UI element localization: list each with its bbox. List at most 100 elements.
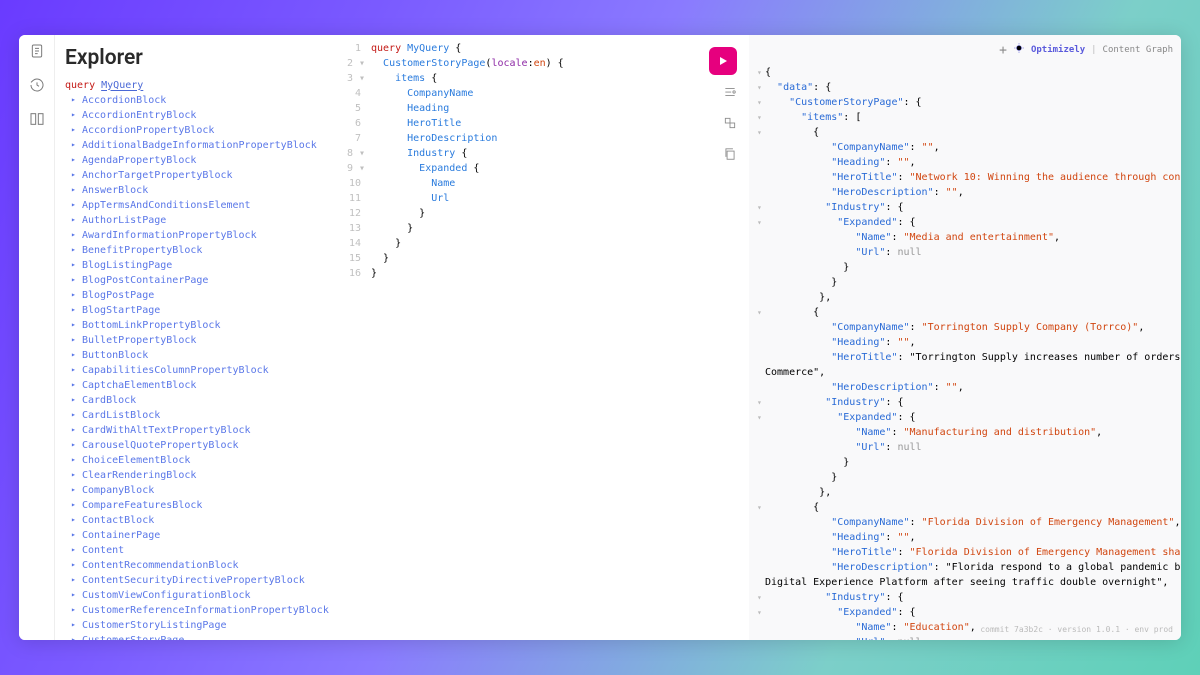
type-ClearRenderingBlock[interactable]: ClearRenderingBlock <box>71 468 333 483</box>
type-CompanyBlock[interactable]: CompanyBlock <box>71 483 333 498</box>
code-line-4[interactable]: 4 CompanyName <box>347 86 745 101</box>
json-line-23[interactable]: ▾ "Expanded": { <box>757 410 1173 425</box>
type-BottomLinkPropertyBlock[interactable]: BottomLinkPropertyBlock <box>71 318 333 333</box>
json-body[interactable]: ▾{▾ "data": {▾ "CustomerStoryPage": {▾ "… <box>757 65 1173 641</box>
run-button[interactable] <box>709 47 737 75</box>
prettify-icon[interactable] <box>723 85 737 104</box>
code-line-2[interactable]: 2 ▾ CustomerStoryPage(locale:en) { <box>347 56 745 71</box>
type-AnchorTargetPropertyBlock[interactable]: AnchorTargetPropertyBlock <box>71 168 333 183</box>
type-AwardInformationPropertyBlock[interactable]: AwardInformationPropertyBlock <box>71 228 333 243</box>
type-CarouselQuotePropertyBlock[interactable]: CarouselQuotePropertyBlock <box>71 438 333 453</box>
code-line-6[interactable]: 6 HeroTitle <box>347 116 745 131</box>
json-line-19[interactable]: "HeroTitle": "Torrington Supply increase… <box>757 350 1173 365</box>
type-CustomViewConfigurationBlock[interactable]: CustomViewConfigurationBlock <box>71 588 333 603</box>
json-line-36[interactable]: ▾ "Expanded": { <box>757 605 1173 620</box>
json-line-22[interactable]: ▾ "Industry": { <box>757 395 1173 410</box>
json-line-7[interactable]: "HeroTitle": "Network 10: Winning the au… <box>757 170 1173 185</box>
query-editor[interactable]: 1query MyQuery {2 ▾ CustomerStoryPage(lo… <box>343 35 749 640</box>
code-line-15[interactable]: 15 } <box>347 251 745 266</box>
json-line-6[interactable]: "Heading": "", <box>757 155 1173 170</box>
json-line-34[interactable]: Digital Experience Platform after seeing… <box>757 575 1173 590</box>
type-CaptchaElementBlock[interactable]: CaptchaElementBlock <box>71 378 333 393</box>
type-CapabilitiesColumnPropertyBlock[interactable]: CapabilitiesColumnPropertyBlock <box>71 363 333 378</box>
json-line-20[interactable]: Commerce", <box>757 365 1173 380</box>
type-AppTermsAndConditionsElement[interactable]: AppTermsAndConditionsElement <box>71 198 333 213</box>
type-AdditionalBadgeInformationPropertyBlock[interactable]: AdditionalBadgeInformationPropertyBlock <box>71 138 333 153</box>
json-line-11[interactable]: "Name": "Media and entertainment", <box>757 230 1173 245</box>
code-line-16[interactable]: 16} <box>347 266 745 281</box>
type-Content[interactable]: Content <box>71 543 333 558</box>
type-ContainerPage[interactable]: ContainerPage <box>71 528 333 543</box>
json-line-3[interactable]: ▾ "items": [ <box>757 110 1173 125</box>
json-line-4[interactable]: ▾ { <box>757 125 1173 140</box>
type-AccordionBlock[interactable]: AccordionBlock <box>71 93 333 108</box>
type-CustomerReferenceInformationPropertyBlock[interactable]: CustomerReferenceInformationPropertyBloc… <box>71 603 333 618</box>
json-line-1[interactable]: ▾ "data": { <box>757 80 1173 95</box>
code-lines[interactable]: 1query MyQuery {2 ▾ CustomerStoryPage(lo… <box>347 41 745 281</box>
code-line-7[interactable]: 7 HeroDescription <box>347 131 745 146</box>
code-line-5[interactable]: 5 Heading <box>347 101 745 116</box>
type-BlogPostContainerPage[interactable]: BlogPostContainerPage <box>71 273 333 288</box>
code-line-3[interactable]: 3 ▾ items { <box>347 71 745 86</box>
type-AccordionEntryBlock[interactable]: AccordionEntryBlock <box>71 108 333 123</box>
layout-icon[interactable] <box>29 111 45 131</box>
code-line-9[interactable]: 9 ▾ Expanded { <box>347 161 745 176</box>
json-line-10[interactable]: ▾ "Expanded": { <box>757 215 1173 230</box>
json-line-25[interactable]: "Url": null <box>757 440 1173 455</box>
json-line-8[interactable]: "HeroDescription": "", <box>757 185 1173 200</box>
code-line-8[interactable]: 8 ▾ Industry { <box>347 146 745 161</box>
type-BlogListingPage[interactable]: BlogListingPage <box>71 258 333 273</box>
history-icon[interactable] <box>29 77 45 97</box>
json-line-24[interactable]: "Name": "Manufacturing and distribution"… <box>757 425 1173 440</box>
json-line-26[interactable]: } <box>757 455 1173 470</box>
type-ContactBlock[interactable]: ContactBlock <box>71 513 333 528</box>
type-ContentRecommendationBlock[interactable]: ContentRecommendationBlock <box>71 558 333 573</box>
document-icon[interactable] <box>29 43 45 63</box>
json-line-5[interactable]: "CompanyName": "", <box>757 140 1173 155</box>
code-line-14[interactable]: 14 } <box>347 236 745 251</box>
merge-icon[interactable] <box>723 116 737 135</box>
type-CustomerStoryPage[interactable]: CustomerStoryPage <box>71 633 333 641</box>
json-line-18[interactable]: "Heading": "", <box>757 335 1173 350</box>
type-BlogPostPage[interactable]: BlogPostPage <box>71 288 333 303</box>
type-CardBlock[interactable]: CardBlock <box>71 393 333 408</box>
type-ChoiceElementBlock[interactable]: ChoiceElementBlock <box>71 453 333 468</box>
json-line-0[interactable]: ▾{ <box>757 65 1173 80</box>
code-line-12[interactable]: 12 } <box>347 206 745 221</box>
type-CardWithAltTextPropertyBlock[interactable]: CardWithAltTextPropertyBlock <box>71 423 333 438</box>
type-BenefitPropertyBlock[interactable]: BenefitPropertyBlock <box>71 243 333 258</box>
type-BulletPropertyBlock[interactable]: BulletPropertyBlock <box>71 333 333 348</box>
type-BlogStartPage[interactable]: BlogStartPage <box>71 303 333 318</box>
json-line-9[interactable]: ▾ "Industry": { <box>757 200 1173 215</box>
json-line-33[interactable]: "HeroDescription": "Florida respond to a… <box>757 560 1173 575</box>
json-line-27[interactable]: } <box>757 470 1173 485</box>
json-line-30[interactable]: "CompanyName": "Florida Division of Emer… <box>757 515 1173 530</box>
json-line-28[interactable]: }, <box>757 485 1173 500</box>
code-line-1[interactable]: 1query MyQuery { <box>347 41 745 56</box>
json-line-21[interactable]: "HeroDescription": "", <box>757 380 1173 395</box>
code-line-11[interactable]: 11 Url <box>347 191 745 206</box>
code-line-13[interactable]: 13 } <box>347 221 745 236</box>
json-line-32[interactable]: "HeroTitle": "Florida Division of Emerge… <box>757 545 1173 560</box>
json-line-14[interactable]: } <box>757 275 1173 290</box>
type-ContentSecurityDirectivePropertyBlock[interactable]: ContentSecurityDirectivePropertyBlock <box>71 573 333 588</box>
type-CompareFeaturesBlock[interactable]: CompareFeaturesBlock <box>71 498 333 513</box>
json-line-2[interactable]: ▾ "CustomerStoryPage": { <box>757 95 1173 110</box>
type-AuthorListPage[interactable]: AuthorListPage <box>71 213 333 228</box>
json-line-35[interactable]: ▾ "Industry": { <box>757 590 1173 605</box>
type-AgendaPropertyBlock[interactable]: AgendaPropertyBlock <box>71 153 333 168</box>
copy-icon[interactable] <box>723 147 737 166</box>
json-line-31[interactable]: "Heading": "", <box>757 530 1173 545</box>
type-AccordionPropertyBlock[interactable]: AccordionPropertyBlock <box>71 123 333 138</box>
type-CardListBlock[interactable]: CardListBlock <box>71 408 333 423</box>
json-line-12[interactable]: "Url": null <box>757 245 1173 260</box>
type-AnswerBlock[interactable]: AnswerBlock <box>71 183 333 198</box>
query-name[interactable]: MyQuery <box>101 80 143 91</box>
type-CustomerStoryListingPage[interactable]: CustomerStoryListingPage <box>71 618 333 633</box>
json-line-29[interactable]: ▾ { <box>757 500 1173 515</box>
type-ButtonBlock[interactable]: ButtonBlock <box>71 348 333 363</box>
add-icon[interactable]: + <box>999 41 1007 61</box>
json-line-15[interactable]: }, <box>757 290 1173 305</box>
json-line-17[interactable]: "CompanyName": "Torrington Supply Compan… <box>757 320 1173 335</box>
json-line-13[interactable]: } <box>757 260 1173 275</box>
